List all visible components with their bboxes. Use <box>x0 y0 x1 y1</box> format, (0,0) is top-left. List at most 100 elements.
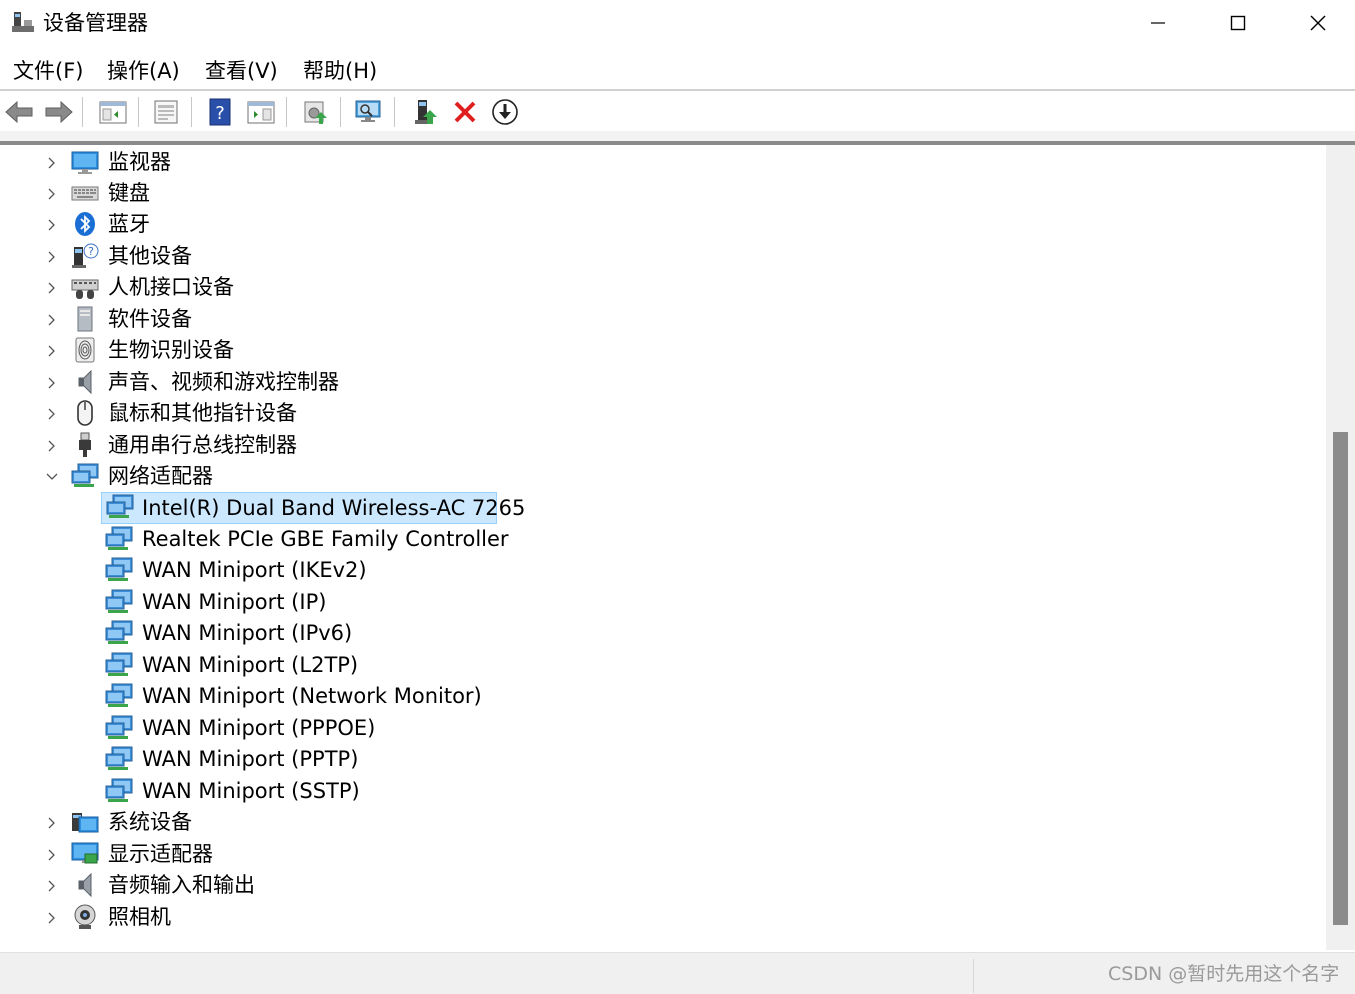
tree-category-bluetooth[interactable]: 蓝牙 <box>0 209 600 240</box>
tree-device-wan-network-monitor[interactable]: WAN Miniport (Network Monitor) <box>101 681 501 712</box>
tree-label: 音频输入和输出 <box>108 873 255 897</box>
chevron-right-icon[interactable] <box>45 156 59 170</box>
tree-category-system-devices[interactable]: 系统设备 <box>0 807 600 838</box>
menu-file[interactable]: 文件(F) <box>13 56 83 86</box>
tree-device-wan-l2tp[interactable]: WAN Miniport (L2TP) <box>101 650 501 681</box>
show-hide-console-tree-icon <box>99 101 127 124</box>
fingerprint-icon <box>75 337 95 363</box>
camera-icon <box>74 904 96 929</box>
tree-category-usb[interactable]: 通用串行总线控制器 <box>0 430 600 461</box>
chevron-right-icon[interactable] <box>45 344 59 358</box>
minimize-icon <box>1151 22 1165 24</box>
menu-action[interactable]: 操作(A) <box>107 56 180 86</box>
network-adapter-icon <box>105 715 133 739</box>
network-adapter-icon <box>105 683 133 707</box>
tree-category-keyboard[interactable]: 键盘 <box>0 178 600 209</box>
action-pane-button[interactable] <box>245 96 277 128</box>
chevron-right-icon[interactable] <box>45 250 59 264</box>
system-folder-icon <box>72 813 99 833</box>
help-button[interactable]: ? <box>204 96 236 128</box>
scrollbar-thumb[interactable] <box>1333 432 1348 925</box>
tree-device-wan-sstp[interactable]: WAN Miniport (SSTP) <box>101 776 501 807</box>
chevron-right-icon[interactable] <box>45 848 59 862</box>
maximize-icon <box>1230 15 1246 31</box>
action-pane-icon <box>247 101 275 124</box>
tree-device-realtek[interactable]: Realtek PCIe GBE Family Controller <box>101 524 509 555</box>
scan-hardware-button[interactable] <box>353 96 385 128</box>
tree-label: 蓝牙 <box>108 212 150 236</box>
chevron-right-icon[interactable] <box>45 281 59 295</box>
status-bar: CSDN @暂时先用这个名字 <box>0 952 1355 994</box>
tree-device-wan-pptp[interactable]: WAN Miniport (PPTP) <box>101 744 501 775</box>
menu-help[interactable]: 帮助(H) <box>303 56 377 86</box>
tree-category-monitors[interactable]: 监视器 <box>0 147 600 178</box>
keyboard-icon <box>71 186 99 201</box>
tree-device-wan-pppoe[interactable]: WAN Miniport (PPPOE) <box>101 713 501 744</box>
close-button[interactable] <box>1278 0 1355 46</box>
tree-label: Intel(R) Dual Band Wireless-AC 7265 <box>142 496 526 520</box>
chevron-right-icon[interactable] <box>45 407 59 421</box>
console-tree-button[interactable] <box>97 96 129 128</box>
chevron-right-icon[interactable] <box>45 911 59 925</box>
toolbar-separator <box>286 97 287 127</box>
close-icon <box>1310 15 1326 31</box>
properties-button[interactable] <box>150 96 182 128</box>
toolbar-bottom <box>0 131 1355 141</box>
tree-label: Realtek PCIe GBE Family Controller <box>142 527 509 551</box>
chevron-right-icon[interactable] <box>45 439 59 453</box>
tree-category-software-devices[interactable]: 软件设备 <box>0 304 600 335</box>
tree-label: WAN Miniport (IKEv2) <box>142 558 367 582</box>
tree-category-network-adapters[interactable]: 网络适配器 <box>0 461 600 492</box>
chevron-right-icon[interactable] <box>45 313 59 327</box>
minimize-button[interactable] <box>1118 0 1198 46</box>
uninstall-device-icon <box>454 101 476 123</box>
update-driver-icon <box>304 101 327 124</box>
network-adapter-icon <box>105 526 133 550</box>
tree-label: WAN Miniport (IPv6) <box>142 621 353 645</box>
enable-device-button[interactable] <box>410 96 442 128</box>
download-driver-button[interactable] <box>489 96 521 128</box>
tree-category-sound-video-game[interactable]: 声音、视频和游戏控制器 <box>0 367 600 398</box>
chevron-right-icon[interactable] <box>45 218 59 232</box>
tree-label: WAN Miniport (IP) <box>142 590 327 614</box>
chevron-right-icon[interactable] <box>45 376 59 390</box>
toolbar-separator <box>394 97 395 127</box>
tree-label: WAN Miniport (Network Monitor) <box>142 684 482 708</box>
forward-button[interactable] <box>43 96 75 128</box>
update-driver-button[interactable] <box>299 96 331 128</box>
network-adapter-icon <box>71 463 99 487</box>
chevron-right-icon[interactable] <box>45 187 59 201</box>
tree-category-other-devices[interactable]: ? 其他设备 <box>0 241 600 272</box>
toolbar-separator <box>340 97 341 127</box>
tree-category-biometric[interactable]: 生物识别设备 <box>0 335 600 366</box>
network-adapter-icon <box>105 652 133 676</box>
tree-label: WAN Miniport (PPTP) <box>142 747 359 771</box>
tree-device-wan-ip[interactable]: WAN Miniport (IP) <box>101 587 501 618</box>
uninstall-device-button[interactable] <box>449 96 481 128</box>
chevron-down-icon[interactable] <box>45 470 59 484</box>
unknown-device-icon: ? <box>72 243 99 268</box>
toolbar-separator <box>138 97 139 127</box>
tree-device-intel-wireless[interactable]: Intel(R) Dual Band Wireless-AC 7265 <box>101 492 525 524</box>
forward-arrow-icon <box>45 100 73 124</box>
toolbar-separator <box>191 97 192 127</box>
display-adapter-icon <box>71 842 99 864</box>
menu-bar: 文件(F) 操作(A) 查看(V) 帮助(H) <box>0 56 1355 88</box>
chevron-right-icon[interactable] <box>45 879 59 893</box>
tree-device-wan-ipv6[interactable]: WAN Miniport (IPv6) <box>101 618 501 649</box>
tree-category-display-adapters[interactable]: 显示适配器 <box>0 839 600 870</box>
network-adapter-icon <box>105 589 133 613</box>
tree-device-wan-ikev2[interactable]: WAN Miniport (IKEv2) <box>101 555 501 586</box>
menu-view[interactable]: 查看(V) <box>205 56 278 86</box>
status-divider <box>973 959 974 993</box>
chevron-right-icon[interactable] <box>45 816 59 830</box>
tree-category-hid[interactable]: 人机接口设备 <box>0 272 600 303</box>
tree-category-audio-io[interactable]: 音频输入和输出 <box>0 870 600 901</box>
tree-category-cameras[interactable]: 照相机 <box>0 902 600 933</box>
tree-label: 鼠标和其他指针设备 <box>108 401 297 425</box>
back-button[interactable] <box>3 96 35 128</box>
network-adapter-icon <box>106 494 134 518</box>
tree-label: 照相机 <box>108 905 171 929</box>
maximize-button[interactable] <box>1198 0 1278 46</box>
tree-category-mice[interactable]: 鼠标和其他指针设备 <box>0 398 600 429</box>
